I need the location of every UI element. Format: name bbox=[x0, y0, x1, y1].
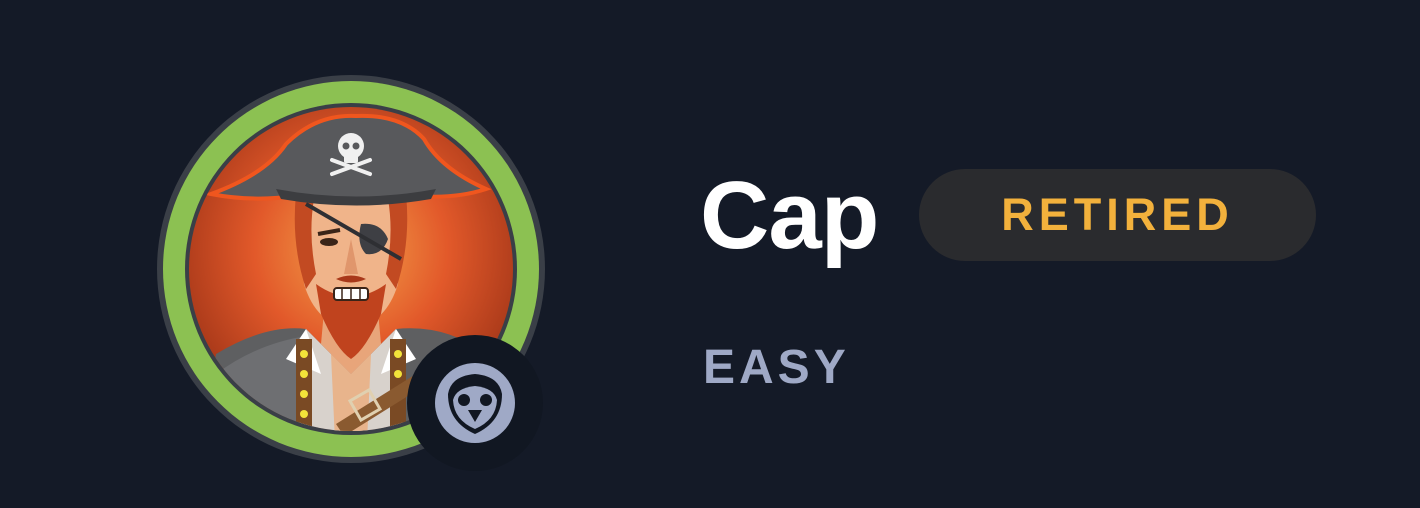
os-badge bbox=[406, 334, 544, 472]
linux-penguin-icon bbox=[407, 335, 543, 471]
machine-card: Cap RETIRED EASY bbox=[0, 0, 1420, 508]
difficulty-label: EASY bbox=[703, 341, 850, 394]
status-label: RETIRED bbox=[1001, 189, 1234, 240]
status-badge: RETIRED bbox=[919, 169, 1316, 261]
machine-name: Cap bbox=[700, 162, 879, 269]
